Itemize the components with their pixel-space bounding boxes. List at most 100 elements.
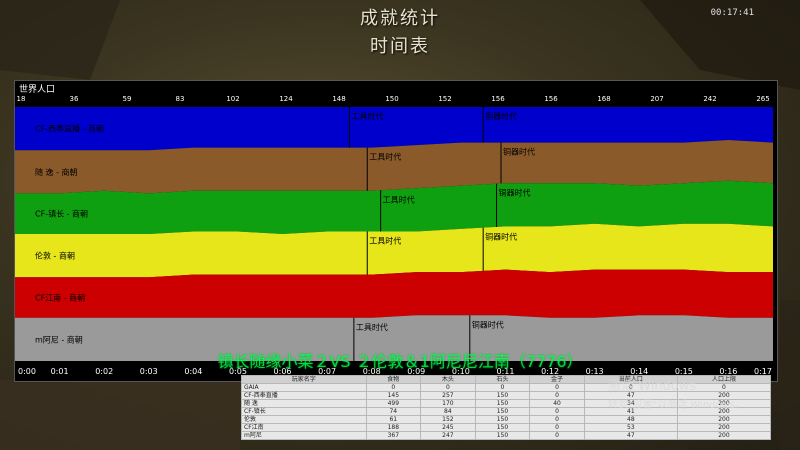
table-row: 伦敦 61 152 150 0 48 200 [241,415,772,424]
top-tick-label: 265 [756,95,769,103]
table-cell: 41 [583,407,678,416]
top-tick-label: 59 [123,95,132,103]
table-cell: 48 [583,415,678,424]
age-marker-label: 铜器时代 [472,319,504,329]
time-tick-label: 0:03 [140,367,158,376]
table-cell: CF-镇长 [241,407,367,416]
top-tick-label: 168 [597,95,610,103]
table-cell: CF江南 [241,423,367,432]
age-marker-label: 铜器时代 [503,147,535,157]
stats-header-row: 玩家名字 食物 木头 石头 金子 当前人口 人口上限 [241,375,772,384]
series-label: CF-镇长 - 商朝 [35,209,88,219]
table-cell: GAIA [241,383,367,392]
table-cell: 200 [676,415,772,424]
top-tick-label: 152 [438,95,451,103]
table-row: 随 逸 499 170 150 40 34 200 [241,399,772,408]
table-cell: 53 [583,423,678,432]
age-marker-label: 工具时代 [356,322,388,332]
table-cell: 200 [676,431,772,440]
table-cell: 0 [529,415,585,424]
table-cell: 150 [474,431,531,440]
chart-title: 世界人口 [19,85,56,95]
top-tick-label: 156 [544,95,558,103]
series-label: CF江南 - 商朝 [35,293,85,303]
table-cell: 0 [583,383,678,392]
stats-header-cell: 金子 [529,375,585,384]
table-cell: 152 [420,415,476,424]
table-cell: 伦敦 [241,415,367,424]
top-tick-label: 207 [650,95,663,103]
table-cell: 47 [583,431,678,440]
table-cell: 0 [365,383,422,392]
table-cell: 245 [420,423,476,432]
table-cell: 145 [365,391,422,400]
table-cell: 257 [420,391,476,400]
top-tick-label: 124 [279,95,293,103]
table-cell: 随 逸 [241,399,367,408]
page-title: 成就统计 [360,8,440,29]
table-row: m阿尼 367 247 150 0 47 200 [241,431,772,440]
table-cell: 170 [420,399,476,408]
table-cell: 150 [474,391,531,400]
table-cell: 247 [420,431,476,440]
top-tick-label: 148 [332,95,345,103]
series-band [15,315,773,361]
age-marker-label: 工具时代 [351,111,383,121]
table-cell: 200 [676,399,772,408]
table-cell: 0 [529,407,585,416]
stats-header-cell: 人口上限 [676,375,772,384]
table-cell: 367 [365,431,422,440]
table-cell: 40 [529,399,585,408]
top-tick-label: 150 [385,95,398,103]
table-row: CF-西奉直播 145 257 150 0 47 200 [241,391,772,400]
table-cell: 0 [529,431,585,440]
stats-header-cell: 石头 [474,375,531,384]
time-tick-label: 0:00 [18,367,36,376]
player-stats-table: 玩家名字 食物 木头 石头 金子 当前人口 人口上限 GAIA 0 0 0 0 0 0 CF-西奉直播 14… [241,375,772,440]
table-cell: 0 [474,383,531,392]
top-tick-label: 102 [226,95,239,103]
table-cell: 0 [420,383,476,392]
table-cell: 34 [583,399,678,408]
table-cell: 200 [676,407,772,416]
stats-header-cell: 玩家名字 [241,375,367,384]
table-cell: 188 [365,423,422,432]
page-subtitle: 时间表 [370,36,430,57]
table-cell: 150 [474,407,531,416]
top-tick-label: 18 [17,95,26,103]
age-marker-label: 铜器时代 [485,232,517,242]
table-cell: 47 [583,391,678,400]
table-cell: CF-西奉直播 [241,391,367,400]
top-tick-label: 83 [176,95,185,103]
age-marker-label: 铜器时代 [499,188,531,198]
time-tick-label: 0:02 [95,367,113,376]
table-cell: 84 [420,407,476,416]
table-cell: 74 [365,407,422,416]
top-tick-label: 156 [491,95,505,103]
population-timeline-chart[interactable]: 世界人口 18 36 59 83 102 124 148 150 152 156 156 168 207… [14,80,778,382]
age-marker-label: 铜器时代 [485,111,517,121]
top-tick-label: 242 [703,95,716,103]
table-row: CF江南 188 245 150 0 53 200 [241,423,772,432]
stats-header-cell: 当前人口 [583,375,678,384]
stats-body: GAIA 0 0 0 0 0 0 CF-西奉直播 145 257 150 0 47 200 随 逸 499 17… [241,383,772,440]
top-tick-label: 36 [70,95,79,103]
series-label: CF-西奉直播 - 商朝 [35,124,104,134]
table-cell: 0 [676,383,772,392]
table-cell: 200 [676,423,772,432]
series-label: 伦敦 - 商朝 [35,251,75,261]
series-label: m阿尼 - 商朝 [35,334,83,344]
table-cell: m阿尼 [241,431,367,440]
time-tick-label: 0:01 [51,367,69,376]
table-cell: 150 [474,423,531,432]
table-cell: 0 [529,423,585,432]
age-marker-label: 工具时代 [369,235,401,245]
table-cell: 0 [529,391,585,400]
time-tick-label: 0:04 [184,367,202,376]
stats-header-cell: 食物 [365,375,422,384]
age-marker-label: 工具时代 [369,152,401,162]
table-row: CF-镇长 74 84 150 0 41 200 [241,407,772,416]
age-marker-label: 工具时代 [383,194,415,204]
table-cell: 61 [365,415,422,424]
stats-header-cell: 木头 [420,375,476,384]
